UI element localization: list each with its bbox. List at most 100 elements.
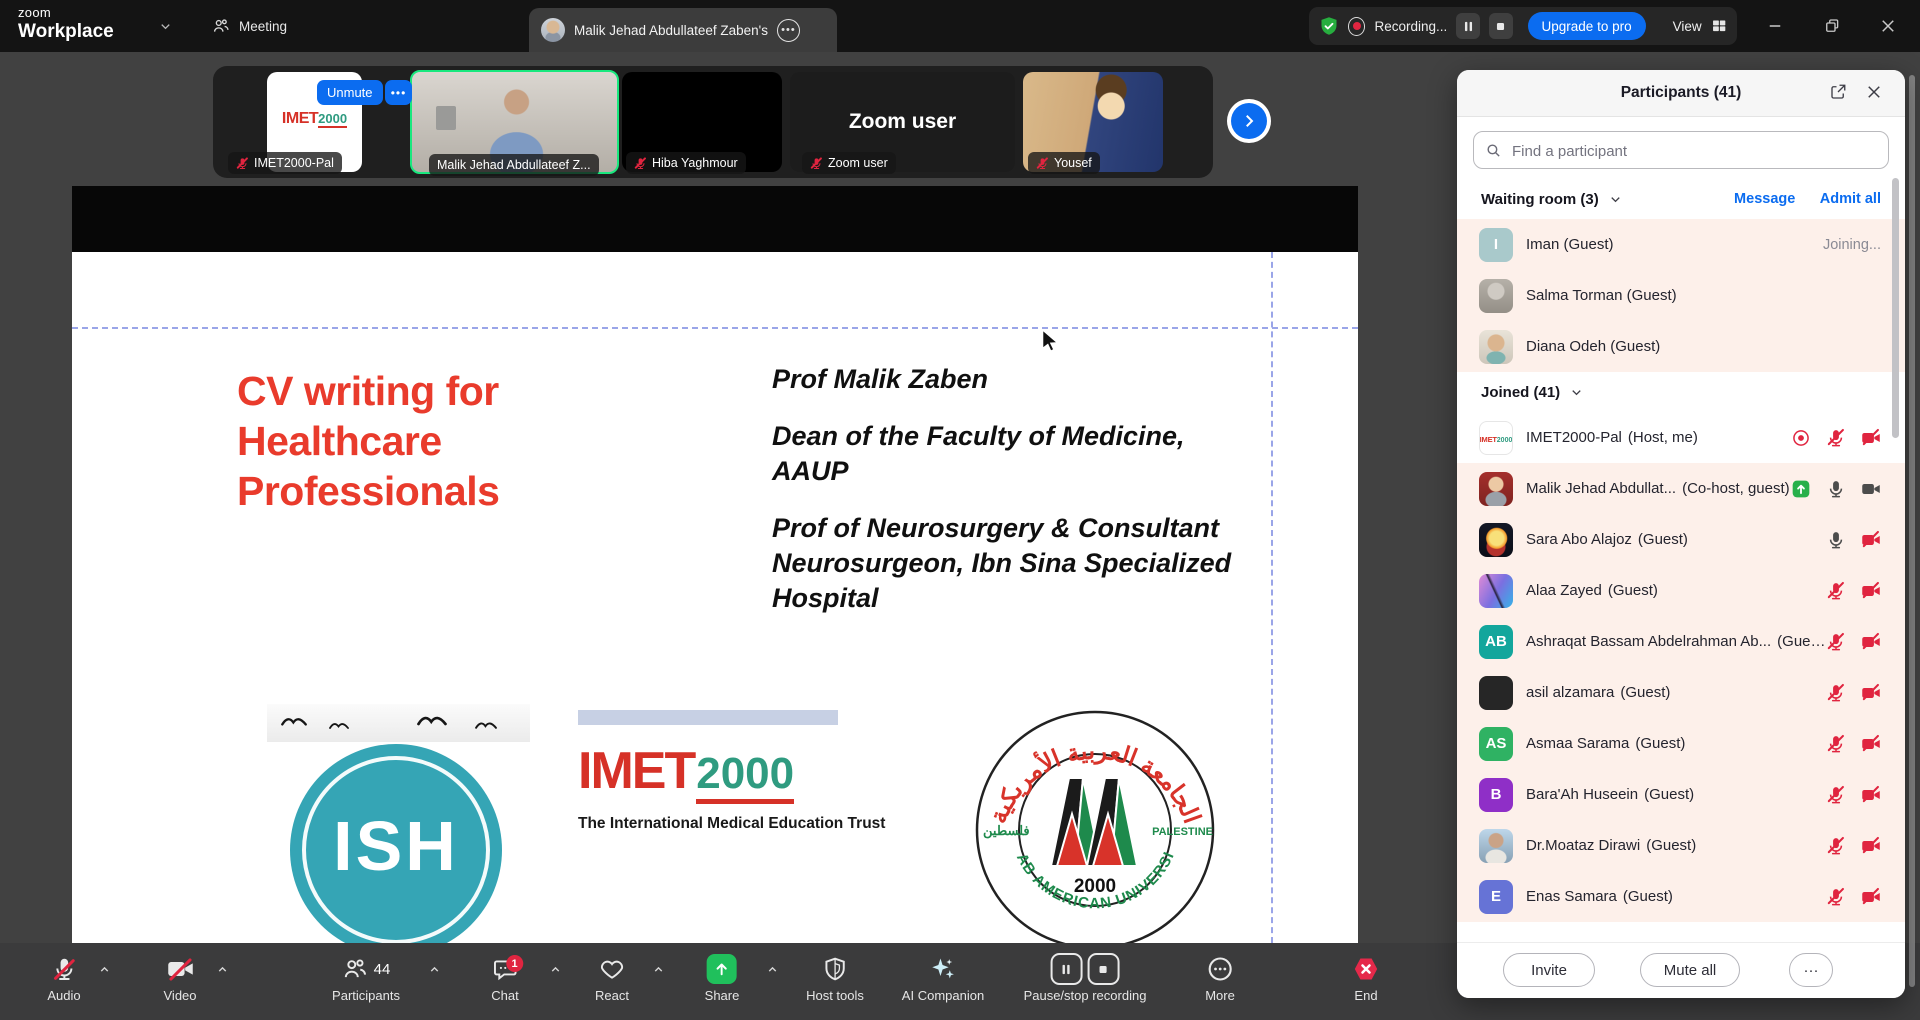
audio-options-caret[interactable] (98, 963, 111, 976)
recording-label: Recording... (1374, 19, 1447, 34)
mic-muted-icon (810, 157, 823, 170)
share-button[interactable]: Share (705, 943, 740, 1020)
camera-off-icon[interactable] (1861, 428, 1881, 448)
mic-muted-icon[interactable] (1826, 428, 1846, 448)
share-options-caret[interactable] (766, 963, 779, 976)
next-participants-page-button[interactable] (1227, 99, 1271, 143)
view-grid-icon[interactable] (1711, 17, 1727, 35)
zoom-workplace-logo: zoom Workplace (18, 6, 114, 41)
popout-panel-icon[interactable] (1829, 83, 1847, 101)
upgrade-to-pro-button[interactable]: Upgrade to pro (1528, 12, 1646, 40)
camera-off-icon[interactable] (1861, 836, 1881, 856)
mic-on-icon[interactable] (1826, 479, 1846, 499)
unmute-button[interactable]: Unmute (317, 80, 383, 105)
participant-name-pill: Hiba Yaghmour (626, 152, 746, 174)
close-window-button[interactable] (1868, 11, 1908, 41)
admit-all-link[interactable]: Admit all (1820, 191, 1881, 207)
more-button[interactable]: More (1205, 943, 1235, 1020)
stop-recording-button[interactable] (1489, 13, 1513, 39)
minimize-button[interactable] (1755, 11, 1795, 41)
participants-options-caret[interactable] (428, 963, 441, 976)
participants-button[interactable]: 44 Participants (332, 943, 400, 1020)
mic-muted-icon[interactable] (1826, 632, 1846, 652)
chevron-down-icon[interactable] (1608, 192, 1623, 207)
camera-off-icon[interactable] (1861, 785, 1881, 805)
mic-muted-icon[interactable] (1826, 683, 1846, 703)
brand-zoom: zoom (18, 6, 114, 19)
mic-on-icon[interactable] (1826, 530, 1846, 550)
waiting-room-section-header: Waiting room (3) Message Admit all (1457, 179, 1905, 219)
message-link[interactable]: Message (1734, 191, 1795, 207)
host-tools-button[interactable]: Host tools (806, 943, 864, 1020)
shared-screen-black-bar (72, 186, 1358, 252)
joined-row-sara[interactable]: Sara Abo Alajoz(Guest) (1457, 514, 1905, 565)
window-scrollbar[interactable] (1909, 75, 1915, 987)
mic-muted-icon[interactable] (1826, 836, 1846, 856)
chevron-down-icon[interactable] (1569, 385, 1584, 400)
video-options-caret[interactable] (216, 963, 229, 976)
mic-muted-icon[interactable] (1826, 581, 1846, 601)
video-button[interactable]: Video (163, 943, 196, 1020)
slide-guide-vertical (1271, 252, 1273, 943)
joined-row-alaa[interactable]: Alaa Zayed(Guest) (1457, 565, 1905, 616)
waiting-row-diana[interactable]: Diana Odeh (Guest) (1457, 321, 1905, 372)
camera-off-icon[interactable] (1861, 887, 1881, 907)
participant-name-pill: Malik Jehad Abdullateef Z... (429, 154, 599, 176)
joined-row-asil[interactable]: asil alzamara(Guest) (1457, 667, 1905, 718)
camera-off-icon[interactable] (1861, 632, 1881, 652)
screen-sharing-icon (1791, 479, 1811, 499)
camera-off-icon[interactable] (1861, 683, 1881, 703)
brand-chevron-down-icon[interactable] (158, 19, 173, 34)
mic-muted-icon[interactable] (1826, 734, 1846, 754)
pause-stop-recording-button[interactable]: Pause/stop recording (1024, 943, 1147, 1020)
security-shield-icon[interactable] (1319, 15, 1339, 37)
participant-name-pill: Zoom user (802, 152, 896, 174)
joined-row-imet2000[interactable]: IMET2000 IMET2000-Pal(Host, me) (1457, 412, 1905, 463)
camera-on-icon[interactable] (1861, 479, 1881, 499)
waiting-row-salma[interactable]: Salma Torman (Guest) (1457, 270, 1905, 321)
joined-row-baraah[interactable]: B Bara'Ah Huseein(Guest) (1457, 769, 1905, 820)
restore-window-button[interactable] (1812, 11, 1852, 41)
speaker-role-1: Dean of the Faculty of Medicine, AAUP (772, 419, 1247, 489)
react-button[interactable]: React (595, 943, 629, 1020)
avatar (1479, 472, 1513, 506)
view-button-label[interactable]: View (1673, 19, 1702, 34)
joined-row-enas[interactable]: E Enas Samara(Guest) (1457, 871, 1905, 922)
panel-more-button[interactable]: ··· (1789, 953, 1833, 987)
end-meeting-button[interactable]: End (1352, 943, 1380, 1020)
waiting-row-iman[interactable]: I Iman (Guest) Joining... (1457, 219, 1905, 270)
camera-off-icon[interactable] (1861, 734, 1881, 754)
participants-people-icon (342, 956, 368, 982)
pause-recording-button[interactable] (1456, 13, 1480, 39)
audio-button[interactable]: Audio (47, 943, 80, 1020)
mute-all-button[interactable]: Mute all (1640, 953, 1740, 987)
tab-options-ellipsis-icon[interactable]: ••• (777, 19, 800, 42)
close-panel-icon[interactable] (1865, 83, 1883, 101)
chat-options-caret[interactable] (549, 963, 562, 976)
imet2000-mini-logo: IMET2000 (267, 110, 362, 128)
joining-status: Joining... (1823, 237, 1881, 253)
camera-off-icon[interactable] (1861, 581, 1881, 601)
pause-icon[interactable] (1050, 953, 1082, 985)
heart-icon (599, 956, 625, 982)
stop-icon[interactable] (1087, 953, 1119, 985)
ai-companion-button[interactable]: AI Companion (902, 943, 984, 1020)
tab-meeting[interactable]: Meeting (212, 0, 287, 52)
joined-row-moataz[interactable]: Dr.Moataz Dirawi(Guest) (1457, 820, 1905, 871)
chat-button[interactable]: 1 Chat (491, 943, 518, 1020)
avatar (1479, 523, 1513, 557)
thumbnail-more-button[interactable]: ••• (385, 80, 412, 105)
joined-row-malik[interactable]: Malik Jehad Abdullat...(Co-host, guest) (1457, 463, 1905, 514)
panel-scrollbar[interactable] (1892, 178, 1899, 438)
react-options-caret[interactable] (652, 963, 665, 976)
video-filmstrip: IMET2000 Unmute ••• Zoom user IMET2000-P… (213, 66, 1213, 178)
tab-active-speaker[interactable]: Malik Jehad Abdullateef Zaben's ••• (529, 8, 837, 52)
joined-row-ashraqat[interactable]: AB Ashraqat Bassam Abdelrahman Ab...(Gue… (1457, 616, 1905, 667)
mic-muted-icon[interactable] (1826, 887, 1846, 907)
invite-button[interactable]: Invite (1503, 953, 1595, 987)
camera-off-icon[interactable] (1861, 530, 1881, 550)
search-input[interactable] (1510, 133, 1884, 169)
mic-muted-icon[interactable] (1826, 785, 1846, 805)
joined-row-asmaa[interactable]: AS Asmaa Sarama(Guest) (1457, 718, 1905, 769)
zoom-user-name-text: Zoom user (849, 110, 956, 134)
